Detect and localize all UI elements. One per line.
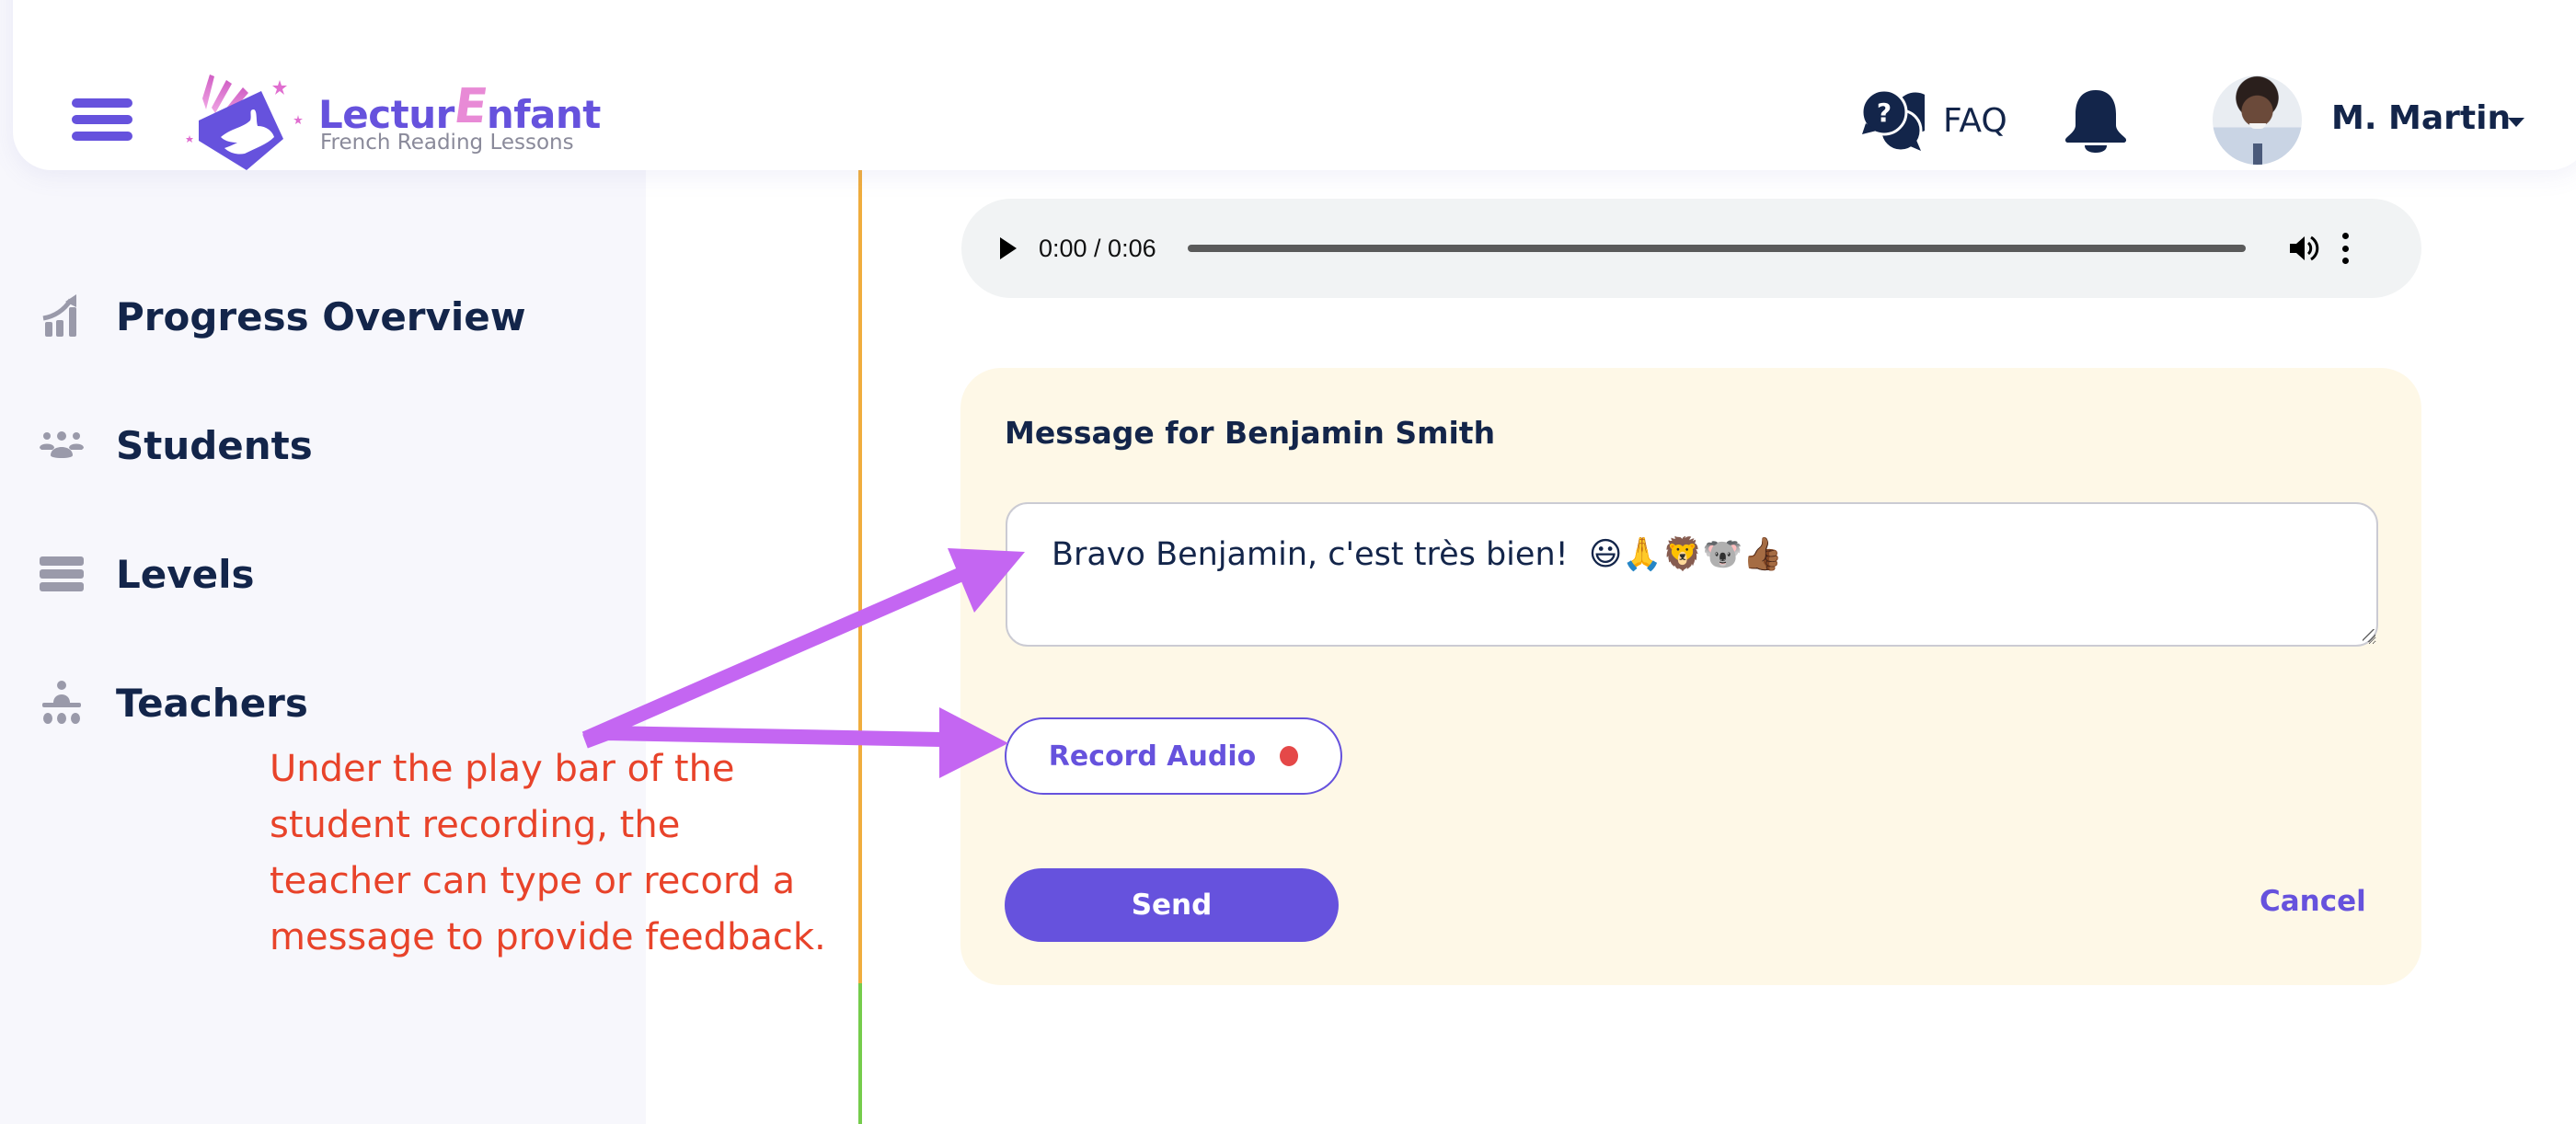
timeline-line-completed	[858, 983, 862, 1124]
faq-label: FAQ	[1943, 101, 2007, 140]
brand-name: LecturEnfant	[318, 79, 601, 136]
hamburger-menu-icon[interactable]	[72, 98, 132, 141]
teacher-classroom-icon	[39, 680, 85, 726]
timeline-line	[858, 170, 862, 983]
record-audio-button[interactable]: Record Audio	[1005, 717, 1342, 795]
sidebar-item-levels[interactable]: Levels	[39, 546, 255, 602]
sidebar-item-students[interactable]: Students	[39, 418, 313, 473]
sidebar-item-label: Students	[116, 422, 313, 468]
message-card-title: Message for Benjamin Smith	[1005, 415, 1496, 451]
audio-seek-bar[interactable]	[1187, 245, 2246, 252]
brand-e: E	[450, 79, 491, 134]
book-hand-logo[interactable]	[184, 73, 313, 174]
record-audio-label: Record Audio	[1048, 740, 1257, 773]
sidebar-item-label: Teachers	[116, 680, 308, 726]
layers-bars-icon	[39, 551, 85, 597]
question-chat-bubbles-icon: ?	[1860, 88, 1925, 153]
user-name[interactable]: M. Martin	[2331, 100, 2511, 137]
annotation-note: Under the play bar of the student record…	[270, 748, 826, 958]
user-avatar[interactable]	[2213, 75, 2302, 165]
caret-down-icon[interactable]	[2508, 118, 2524, 127]
brand-tagline: French Reading Lessons	[320, 131, 574, 155]
sidebar-item-label: Levels	[116, 551, 255, 597]
faq-link[interactable]: ? FAQ	[1860, 88, 2007, 153]
svg-text:?: ?	[1877, 97, 1892, 128]
sidebar-item-teachers[interactable]: Teachers	[39, 675, 308, 730]
send-button[interactable]: Send	[1005, 868, 1339, 942]
play-icon[interactable]	[1000, 237, 1017, 259]
message-textarea[interactable]: Bravo Benjamin, c'est très bien! 😃🙏🦁🐨👍🏾	[1006, 502, 2378, 647]
bell-icon[interactable]	[2061, 88, 2131, 153]
sidebar-item-label: Progress Overview	[116, 293, 526, 339]
chart-growth-icon	[39, 293, 85, 339]
cancel-button[interactable]: Cancel	[2260, 885, 2366, 918]
audio-time: 0:00 / 0:06	[1039, 234, 1156, 262]
sidebar-item-progress-overview[interactable]: Progress Overview	[39, 289, 526, 344]
volume-icon[interactable]	[2288, 233, 2319, 264]
textarea-resize-handle[interactable]	[2363, 629, 2375, 642]
group-users-icon	[39, 422, 85, 468]
more-options-icon[interactable]	[2341, 233, 2351, 264]
audio-player[interactable]: 0:00 / 0:06	[961, 199, 2421, 298]
record-dot-icon	[1280, 746, 1299, 766]
